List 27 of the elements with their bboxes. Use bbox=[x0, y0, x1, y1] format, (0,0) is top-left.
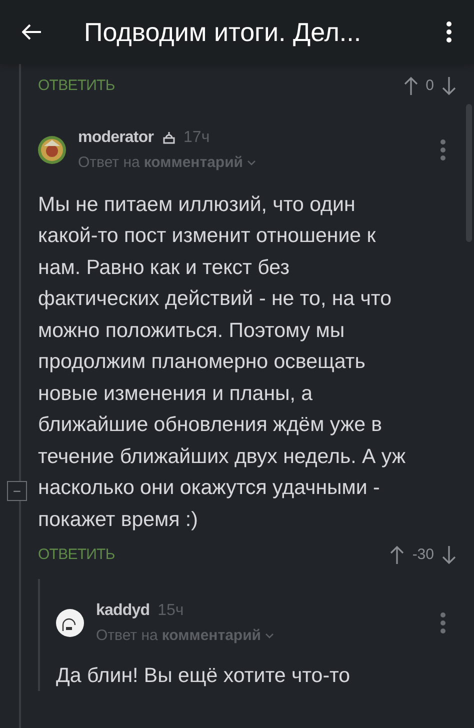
comment-time: 15ч bbox=[158, 601, 184, 621]
downvote-icon[interactable] bbox=[442, 76, 456, 96]
score: 0 bbox=[426, 76, 434, 96]
reply-to-label: Ответ на bbox=[96, 626, 158, 646]
author-name[interactable]: moderator bbox=[78, 126, 154, 150]
page-title: Подводим итоги. Дел... bbox=[84, 16, 362, 48]
comment-text: Мы не питаем иллюзий, что один какой-то пост изменит отношение к нам. Равно как и текст без фактических действий - не то, на что можно положиться. Поэтому мы продолжим планомерно освещать новые изменения и планы, а ближайшие обновления ждём уже в течение ближайших двух недель. А уж насколько они окажутся удачными - покажет время :) bbox=[38, 192, 407, 532]
downvote-icon[interactable] bbox=[442, 545, 456, 565]
more-icon[interactable] bbox=[446, 21, 452, 43]
comment-time: 17ч bbox=[184, 128, 210, 148]
chevron-down-icon[interactable] bbox=[247, 160, 256, 166]
score: -30 bbox=[412, 544, 434, 565]
avatar bbox=[56, 609, 84, 638]
reply-button[interactable]: ОТВЕТИТЬ bbox=[38, 74, 115, 98]
back-icon[interactable] bbox=[22, 24, 42, 40]
reply-to-label: Ответ на bbox=[78, 153, 140, 173]
comment-text: Да блин! Вы ещё хотите что-то bbox=[56, 662, 352, 688]
avatar bbox=[38, 136, 66, 164]
collapse-button[interactable]: − bbox=[7, 481, 27, 501]
reply-button[interactable]: ОТВЕТИТЬ bbox=[38, 544, 115, 566]
author-name[interactable]: kaddyd bbox=[96, 599, 150, 623]
reply-to-link[interactable]: комментарий bbox=[144, 152, 244, 174]
upvote-icon[interactable] bbox=[390, 545, 404, 565]
reply-to-link[interactable]: комментарий bbox=[162, 625, 262, 648]
chevron-down-icon[interactable] bbox=[265, 633, 274, 640]
scrollbar[interactable] bbox=[466, 104, 472, 242]
upvote-icon[interactable] bbox=[404, 76, 418, 96]
